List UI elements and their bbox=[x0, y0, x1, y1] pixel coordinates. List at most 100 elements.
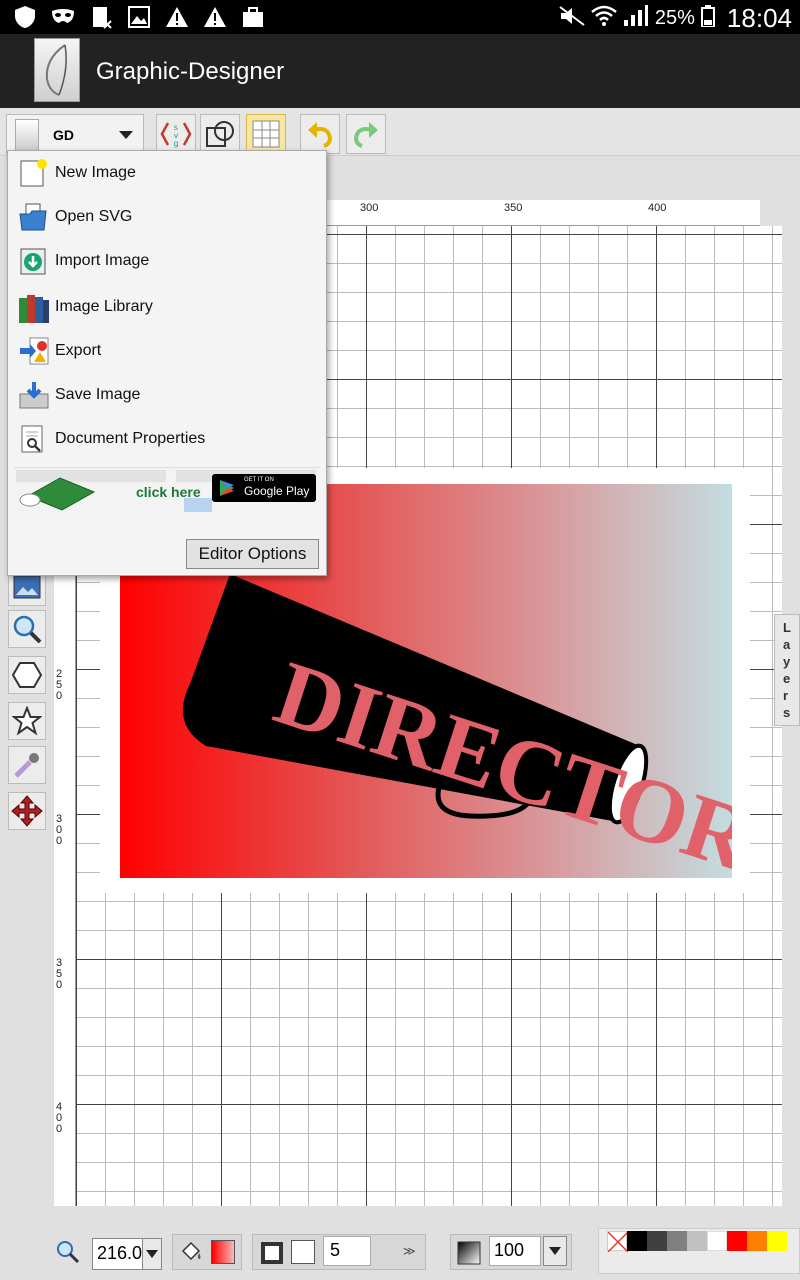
undo-button[interactable] bbox=[300, 114, 340, 154]
no-color-swatch[interactable] bbox=[607, 1231, 629, 1253]
polygon-tool-button[interactable] bbox=[8, 656, 46, 694]
new-image-icon bbox=[18, 158, 48, 188]
menu-item-save-image[interactable]: Save Image bbox=[8, 373, 326, 417]
no-color-icon bbox=[607, 1231, 629, 1253]
artwork-text: DIRECTOR bbox=[264, 641, 732, 878]
app-title: Graphic-Designer bbox=[96, 58, 285, 85]
color-swatch[interactable] bbox=[627, 1231, 647, 1251]
menu-item-label: Import Image bbox=[55, 252, 150, 269]
menu-item-label: Export bbox=[55, 342, 102, 359]
stroke-width-input[interactable]: 5 bbox=[323, 1236, 371, 1266]
color-palette bbox=[598, 1228, 800, 1274]
menu-item-label: Save Image bbox=[55, 386, 141, 403]
layers-tab-letter: e bbox=[783, 671, 791, 686]
menu-item-label: Image Library bbox=[55, 298, 153, 315]
wifi-icon bbox=[591, 5, 617, 33]
eyedropper-tool-button[interactable] bbox=[8, 746, 46, 784]
svg-source-icon: svg bbox=[160, 122, 192, 148]
status-bar: 25% 18:04 bbox=[0, 0, 800, 34]
folder-open-icon bbox=[18, 202, 48, 232]
zoom-tool-button[interactable] bbox=[8, 610, 46, 648]
color-swatch[interactable] bbox=[687, 1231, 707, 1251]
signal-icon bbox=[623, 4, 649, 33]
clock: 18:04 bbox=[726, 3, 792, 33]
ad-banner[interactable]: click here GET IT ON Google Play bbox=[14, 467, 320, 518]
color-swatch[interactable] bbox=[727, 1231, 747, 1251]
color-swatch[interactable] bbox=[767, 1231, 787, 1251]
menu-item-import-image[interactable]: Import Image bbox=[8, 239, 326, 283]
color-swatch[interactable] bbox=[647, 1231, 667, 1251]
menu-item-document-properties[interactable]: Document Properties bbox=[8, 417, 326, 461]
battery-percent: 25% bbox=[654, 7, 695, 29]
magnifier-icon bbox=[13, 615, 42, 644]
layers-tab[interactable]: Layers bbox=[774, 614, 800, 726]
chevron-down-icon bbox=[146, 1250, 158, 1258]
menu-item-label: Document Properties bbox=[55, 430, 206, 447]
shapes-button[interactable] bbox=[200, 114, 240, 154]
stroke-icon bbox=[261, 1242, 283, 1264]
redo-icon bbox=[353, 122, 378, 148]
paint-bucket-icon bbox=[181, 1241, 201, 1261]
chevron-down-icon bbox=[549, 1247, 561, 1255]
picture-icon bbox=[13, 575, 41, 599]
ruler-tick-label: 400 bbox=[56, 1101, 63, 1135]
menu-item-image-library[interactable]: Image Library bbox=[8, 285, 326, 329]
layers-tab-letter: y bbox=[783, 654, 791, 669]
main-menu: New Image Open SVG Import Image Image Li… bbox=[7, 150, 327, 576]
fill-color-swatch bbox=[211, 1240, 235, 1264]
ruler-tick-label: 300 bbox=[360, 202, 379, 214]
document-properties-icon bbox=[18, 424, 48, 454]
app-logo-icon bbox=[34, 38, 80, 102]
color-swatch[interactable] bbox=[747, 1231, 767, 1251]
zoom-dropdown-button[interactable] bbox=[142, 1238, 162, 1270]
ruler-tick-label: 400 bbox=[648, 202, 667, 214]
grid-icon bbox=[252, 120, 280, 148]
grid-toggle-button[interactable] bbox=[246, 114, 286, 154]
star-icon bbox=[12, 706, 42, 736]
app-bar: Graphic-Designer bbox=[0, 34, 800, 108]
save-icon bbox=[18, 380, 49, 410]
menu-item-label: New Image bbox=[55, 164, 136, 181]
ad-store-small: GET IT ON bbox=[244, 477, 274, 483]
editor-options-button[interactable]: Editor Options bbox=[186, 539, 319, 569]
books-icon bbox=[18, 292, 49, 323]
sim-error-icon bbox=[88, 5, 114, 29]
toolbar: GD svg bbox=[0, 108, 800, 156]
svg-text:g: g bbox=[173, 139, 178, 148]
star-tool-button[interactable] bbox=[8, 702, 46, 740]
opacity-dropdown-button[interactable] bbox=[543, 1236, 567, 1266]
gd-logo-icon bbox=[15, 119, 39, 151]
chevron-down-icon bbox=[119, 131, 133, 139]
layers-tab-label: Layers bbox=[783, 619, 791, 721]
fill-tool-button[interactable] bbox=[172, 1234, 242, 1270]
layers-tab-letter: s bbox=[783, 705, 791, 720]
layers-tab-letter: r bbox=[783, 688, 789, 703]
menu-item-new-image[interactable]: New Image bbox=[8, 151, 326, 195]
export-icon bbox=[18, 336, 49, 366]
warning-icon bbox=[202, 5, 228, 29]
eyedropper-icon bbox=[14, 753, 39, 778]
redo-button[interactable] bbox=[346, 114, 386, 154]
menu-item-open-svg[interactable]: Open SVG bbox=[8, 195, 326, 239]
briefcase-icon bbox=[240, 5, 266, 29]
ruler-tick-label: 350 bbox=[56, 957, 63, 991]
opacity-input[interactable]: 100 bbox=[489, 1236, 541, 1266]
mask-icon bbox=[50, 5, 76, 29]
menu-item-label: Open SVG bbox=[55, 208, 133, 225]
move-arrows-icon bbox=[11, 795, 43, 827]
ad-store-big: Google Play bbox=[244, 484, 310, 498]
ad-click-text: click here bbox=[136, 484, 201, 500]
menu-item-export[interactable]: Export bbox=[8, 329, 326, 373]
bottom-bar: 216.0 ≫ 5 100 bbox=[0, 1228, 800, 1280]
opacity-icon bbox=[457, 1241, 481, 1265]
color-swatch[interactable] bbox=[667, 1231, 687, 1251]
svg-source-button[interactable]: svg bbox=[156, 114, 196, 154]
move-tool-button[interactable] bbox=[8, 792, 46, 830]
ruler-tick-label: 350 bbox=[504, 202, 523, 214]
ruler-tick-label: 250 bbox=[56, 668, 63, 702]
mute-icon bbox=[559, 5, 585, 32]
image-icon bbox=[126, 5, 152, 29]
color-swatch[interactable] bbox=[707, 1231, 727, 1251]
undo-icon bbox=[308, 122, 333, 148]
main-menu-dropdown[interactable]: GD bbox=[6, 114, 144, 154]
